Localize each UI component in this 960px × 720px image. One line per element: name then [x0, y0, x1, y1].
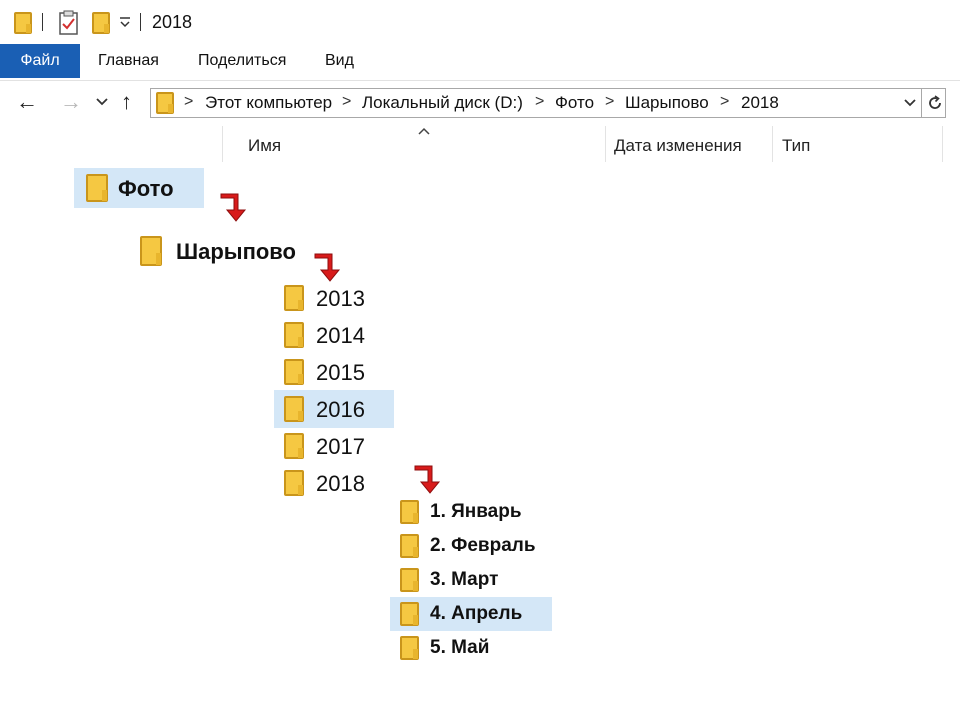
- list-item-month[interactable]: 2. Февраль: [390, 529, 552, 563]
- divider: [921, 88, 922, 118]
- folder-icon: [284, 322, 304, 348]
- breadcrumb-2018[interactable]: 2018: [741, 93, 779, 113]
- folder-label: 2018: [316, 471, 365, 496]
- tab-view[interactable]: Вид: [325, 44, 354, 78]
- list-item-year[interactable]: 2013: [274, 280, 394, 316]
- list-item-month[interactable]: 3. Март: [390, 563, 552, 597]
- folder-icon: [400, 500, 419, 524]
- breadcrumb-chevron-icon[interactable]: >: [720, 93, 729, 111]
- folder-icon: [140, 236, 162, 266]
- column-header-date[interactable]: Дата изменения: [614, 136, 742, 156]
- folder-label: 2014: [316, 323, 365, 348]
- separator: [42, 13, 43, 31]
- address-history-chevron-icon[interactable]: [903, 97, 917, 109]
- list-item-year[interactable]: 2018: [274, 465, 394, 501]
- folder-icon: [400, 568, 419, 592]
- folder-label: 2013: [316, 286, 365, 311]
- folder-icon: [284, 359, 304, 385]
- list-item-year[interactable]: 2014: [274, 317, 394, 353]
- column-header-name[interactable]: Имя: [248, 136, 281, 156]
- folder-label: 1. Январь: [430, 501, 522, 522]
- title-bar: 2018: [0, 0, 960, 44]
- properties-icon[interactable]: [58, 10, 80, 36]
- breadcrumb-chevron-icon[interactable]: >: [184, 93, 193, 111]
- folder-label: 2017: [316, 434, 365, 459]
- list-item-month[interactable]: 5. Май: [390, 631, 552, 665]
- folder-label: Фото: [118, 176, 174, 201]
- red-arrow-icon: [314, 253, 341, 282]
- column-header-type[interactable]: Тип: [782, 136, 810, 156]
- tab-file[interactable]: Файл: [0, 44, 80, 78]
- tab-home[interactable]: Главная: [98, 44, 159, 78]
- list-item-year[interactable]: 2017: [274, 428, 394, 464]
- list-item-year[interactable]: 2015: [274, 354, 394, 390]
- folder-label: 2015: [316, 360, 365, 385]
- list-item-year-selected[interactable]: 2016: [274, 390, 394, 428]
- folder-label: 4. Апрель: [430, 603, 523, 624]
- customize-toolbar-icon[interactable]: [118, 14, 132, 30]
- folder-icon: [14, 12, 32, 34]
- breadcrumb-chevron-icon[interactable]: >: [535, 93, 544, 111]
- breadcrumb-sharypovo[interactable]: Шарыпово: [625, 93, 709, 113]
- breadcrumb-this-pc[interactable]: Этот компьютер: [205, 93, 332, 113]
- folder-label: 5. Май: [430, 637, 490, 658]
- breadcrumb-chevron-icon[interactable]: >: [605, 93, 614, 111]
- folder-icon: [400, 636, 419, 660]
- column-divider[interactable]: [605, 126, 606, 162]
- list-item-sharypovo[interactable]: Шарыпово: [132, 232, 312, 272]
- folder-icon: [284, 470, 304, 496]
- breadcrumb-photo[interactable]: Фото: [555, 93, 594, 113]
- recent-locations-chevron-icon[interactable]: [95, 96, 109, 108]
- folder-label: 3. Март: [430, 569, 499, 590]
- tab-share[interactable]: Поделиться: [198, 44, 286, 78]
- folder-icon: [400, 534, 419, 558]
- red-arrow-icon: [220, 193, 247, 222]
- column-divider[interactable]: [942, 126, 943, 162]
- folder-label: 2. Февраль: [430, 535, 536, 556]
- breadcrumb-chevron-icon[interactable]: >: [342, 93, 351, 111]
- folder-icon: [86, 174, 108, 202]
- folder-icon: [156, 92, 174, 114]
- folder-label: 2016: [316, 397, 365, 422]
- back-arrow-icon[interactable]: ←: [16, 90, 38, 114]
- breadcrumb-local-disk[interactable]: Локальный диск (D:): [362, 93, 523, 113]
- folder-icon: [284, 433, 304, 459]
- separator: [140, 13, 141, 31]
- folder-label: Шарыпово: [176, 239, 296, 264]
- list-item-photo[interactable]: Фото: [74, 168, 204, 208]
- forward-arrow-icon[interactable]: →: [60, 90, 82, 114]
- up-arrow-icon[interactable]: ↑: [121, 90, 132, 114]
- sort-ascending-icon[interactable]: [417, 126, 431, 136]
- column-divider[interactable]: [222, 126, 223, 162]
- new-folder-icon[interactable]: [92, 12, 110, 34]
- folder-icon: [284, 396, 304, 422]
- column-divider[interactable]: [772, 126, 773, 162]
- list-item-month-selected[interactable]: 4. Апрель: [390, 597, 552, 631]
- folder-icon: [284, 285, 304, 311]
- red-arrow-icon: [414, 465, 441, 494]
- refresh-icon[interactable]: [926, 94, 944, 112]
- folder-icon: [400, 602, 419, 626]
- window-title: 2018: [152, 12, 193, 32]
- list-item-month[interactable]: 1. Январь: [390, 495, 552, 529]
